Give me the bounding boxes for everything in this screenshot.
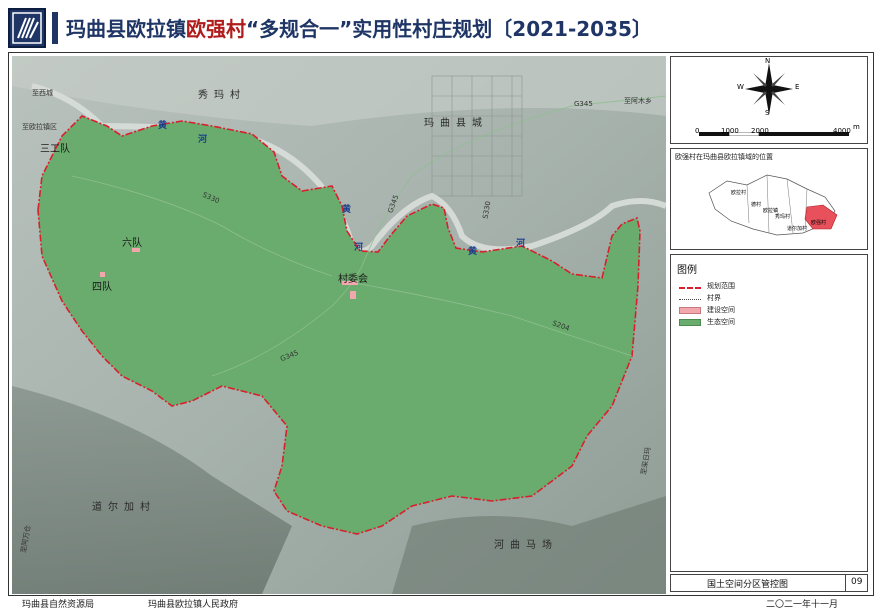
locator-label-4: 秀玛村 bbox=[775, 214, 791, 220]
edge-label-right-top: 至阿木乡 bbox=[624, 97, 652, 105]
plan-number: 09 bbox=[851, 577, 863, 587]
locator-label-5: 道尔加村 bbox=[787, 226, 808, 232]
plan-years: 〔2021-2035〕 bbox=[492, 17, 652, 41]
river-label-he-2: 河 bbox=[354, 243, 364, 253]
road-label-g345-top: G345 bbox=[574, 100, 593, 108]
locator-title: 欧强村在玛曲县欧拉镇域的位置 bbox=[675, 153, 773, 161]
label-xiumacun: 秀玛村 bbox=[198, 90, 246, 101]
compass-w: W bbox=[737, 83, 744, 91]
label-sangongdui: 三工队 bbox=[40, 144, 70, 155]
river-label-huang-1: 黄 bbox=[158, 121, 168, 131]
label-daoerjiacun: 道尔加村 bbox=[92, 502, 156, 513]
compass-n: N bbox=[765, 57, 771, 65]
scale-tick-0: 0 bbox=[695, 127, 700, 135]
legend-title: 图例 bbox=[677, 265, 697, 276]
legend-panel: 图例 规划范围 村界 建设空间 生态空间 bbox=[670, 254, 868, 572]
label-liudui: 六队 bbox=[122, 238, 142, 249]
label-cunweihui: 村委会 bbox=[338, 274, 368, 285]
legend-swatch-village-border bbox=[679, 299, 701, 300]
legend-item-construction: 建设空间 bbox=[679, 305, 735, 315]
construction-space bbox=[350, 291, 356, 299]
plan-divider bbox=[845, 575, 846, 591]
title-accent-bar bbox=[52, 12, 58, 44]
locator-panel: 欧强村在玛曲县欧拉镇域的位置 欧拉村 德村 欧拉镇 秀玛村 道尔加村 欧强村 bbox=[670, 148, 868, 250]
footer-org-1: 玛曲县自然资源局 bbox=[22, 600, 95, 610]
legend-item-village-border: 村界 bbox=[679, 293, 721, 303]
plan-name-bar: 国土空间分区管控图 09 bbox=[670, 574, 868, 592]
label-sidui: 四队 bbox=[92, 282, 112, 293]
locator-map bbox=[707, 163, 847, 249]
locator-label-1: 欧拉村 bbox=[731, 190, 747, 196]
label-hequmachang: 河曲马场 bbox=[494, 540, 558, 551]
scale-tick-2000: 2000 bbox=[751, 127, 769, 135]
legend-swatch-construction bbox=[679, 306, 701, 314]
edge-label-left-top: 至西城 bbox=[32, 89, 53, 97]
legend-swatch-ecological bbox=[679, 318, 701, 326]
logo-icon bbox=[8, 8, 46, 48]
legend-swatch-boundary bbox=[679, 286, 701, 289]
footer-date: 二〇二一年十一月 bbox=[766, 600, 839, 610]
river-label-huang-3: 黄 bbox=[468, 247, 478, 257]
river-label-he-3: 河 bbox=[516, 239, 526, 249]
scale-bar bbox=[699, 121, 849, 137]
label-maqu-county: 玛曲县城 bbox=[424, 118, 488, 129]
footer-org-2: 玛曲县欧拉镇人民政府 bbox=[148, 600, 239, 610]
plan-name: 国土空间分区管控图 bbox=[707, 580, 789, 590]
construction-space bbox=[100, 272, 105, 277]
locator-label-6: 欧强村 bbox=[811, 220, 827, 226]
page-title: 玛曲县欧拉镇欧强村“多规合一”实用性村庄规划〔2021-2035〕 bbox=[66, 17, 652, 41]
compass-panel: N S E W 0 1000 2000 4000 m bbox=[670, 56, 868, 144]
scale-tick-1000: 1000 bbox=[721, 127, 739, 135]
edge-label-left: 至欧拉镇区 bbox=[22, 123, 57, 131]
compass-s: S bbox=[765, 109, 770, 117]
river-label-he-1: 河 bbox=[198, 135, 208, 145]
legend-item-ecological: 生态空间 bbox=[679, 317, 735, 327]
scale-tick-4000: 4000 bbox=[833, 127, 851, 135]
main-map[interactable]: 秀玛村 玛曲县城 三工队 六队 四队 村委会 道尔加村 河曲马场 G345 S3… bbox=[12, 56, 666, 594]
compass-e: E bbox=[795, 83, 800, 91]
river-label-huang-2: 黄 bbox=[342, 205, 352, 215]
village-name: 欧强村 bbox=[186, 17, 246, 41]
locator-label-2: 德村 bbox=[751, 202, 762, 208]
legend-item-planning-boundary: 规划范围 bbox=[679, 281, 735, 291]
scale-unit: m bbox=[853, 123, 860, 131]
